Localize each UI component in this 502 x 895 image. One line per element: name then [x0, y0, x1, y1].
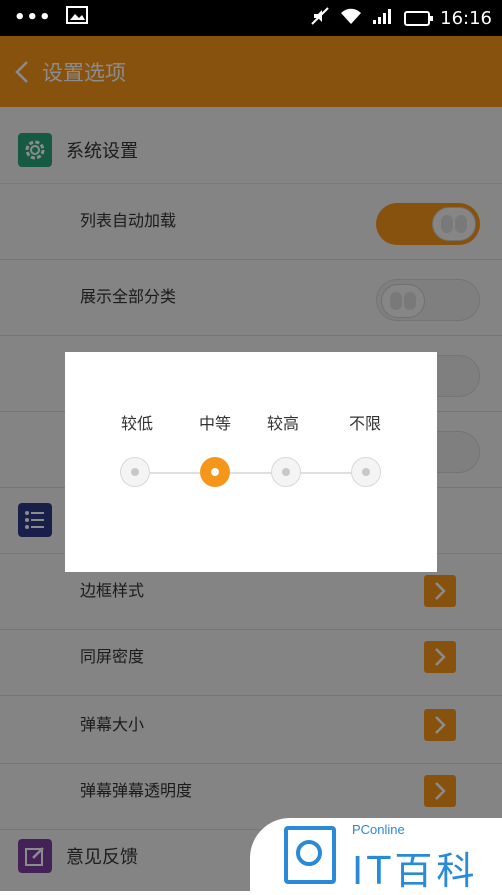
pconline-watermark: PConline IT百科 [250, 818, 502, 893]
notification-dots: ••• [14, 7, 52, 28]
battery-icon [404, 11, 434, 26]
level-option-high[interactable] [271, 457, 301, 487]
level-option-unlimited[interactable] [351, 457, 381, 487]
level-label-unlimited[interactable]: 不限 [335, 410, 395, 434]
level-label-low[interactable]: 较低 [107, 410, 167, 434]
level-option-medium[interactable] [200, 457, 230, 487]
level-label-high[interactable]: 较高 [253, 410, 313, 434]
density-picker-dialog: 较低 中等 较高 不限 [65, 352, 437, 572]
image-notification-icon [65, 6, 88, 29]
level-track [135, 472, 367, 474]
wifi-icon [340, 7, 362, 30]
mute-icon [310, 6, 330, 31]
status-bar: ••• 16:16 [0, 0, 502, 36]
signal-icon [372, 7, 394, 30]
watermark-title: IT百科 [352, 849, 479, 893]
clock: 16:16 [440, 8, 492, 29]
watermark-brand: PConline [352, 822, 405, 837]
pconline-logo-icon [284, 826, 336, 884]
level-option-low[interactable] [120, 457, 150, 487]
level-label-medium[interactable]: 中等 [185, 410, 245, 434]
